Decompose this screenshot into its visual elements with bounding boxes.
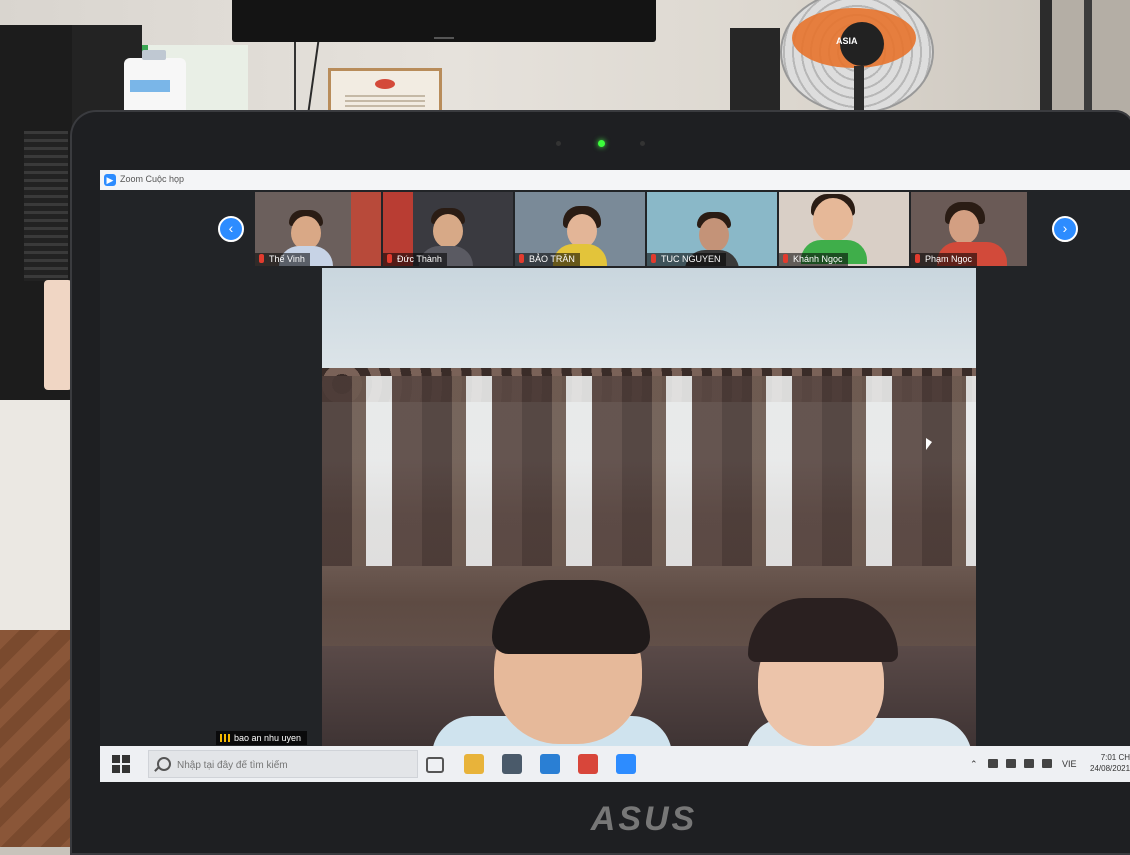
participant-name-label: Phạm Ngọc — [911, 253, 978, 266]
certificate-emblem — [375, 79, 395, 89]
fan-brand-label: ASIA — [836, 36, 858, 46]
mic-muted-icon — [783, 254, 788, 263]
mouse-cursor-icon — [926, 438, 932, 450]
participant-tile[interactable]: Phạm Ngọc — [911, 192, 1027, 266]
participant-tile[interactable]: TUC NGUYEN — [647, 192, 777, 266]
task-view-icon[interactable] — [426, 757, 444, 773]
language-indicator[interactable]: VIE — [1062, 759, 1077, 769]
participant-name-label: Khánh Ngọc — [779, 253, 848, 266]
active-speaker-video[interactable] — [322, 268, 976, 746]
carved-bed-frame — [322, 376, 976, 566]
participant-tile[interactable]: Đức Thành — [383, 192, 513, 266]
camera-sensor — [640, 141, 645, 146]
tv-logo — [434, 37, 454, 39]
camera-sensor — [556, 141, 561, 146]
participant-name-label: TUC NGUYEN — [647, 253, 726, 266]
wall-tv — [232, 0, 656, 42]
tray-volume-icon[interactable] — [1042, 759, 1052, 768]
participant-name-label: Đức Thành — [383, 253, 447, 266]
certificate-text-lines — [345, 95, 425, 109]
background-red-object — [351, 192, 381, 266]
participant-face — [813, 198, 853, 242]
taskbar-search-box[interactable] — [148, 750, 418, 778]
file-explorer-icon[interactable] — [464, 754, 484, 774]
participant-tile[interactable]: BẢO TRÂN — [515, 192, 645, 266]
bottle-cap — [142, 50, 166, 60]
laptop-brand-logo: ASUS — [590, 800, 698, 838]
mic-muted-icon — [519, 254, 524, 263]
search-icon — [157, 757, 171, 771]
store-icon[interactable] — [502, 754, 522, 774]
child-hair — [748, 598, 898, 662]
windows-start-button[interactable] — [112, 755, 130, 773]
laptop-screen: ▶ Zoom Cuộc họp ‹ Thế Vinh Đức Thành BẢO… — [100, 170, 1130, 782]
windows-taskbar: ⌃ VIE 7:01 CH 24/08/2021 — [100, 746, 1130, 782]
powerpoint-icon[interactable] — [578, 754, 598, 774]
taskbar-search-input[interactable] — [175, 755, 409, 775]
clock-time: 7:01 CH — [1100, 753, 1130, 762]
zoom-window-titlebar: ▶ Zoom Cuộc họp — [100, 170, 1130, 190]
plastic-chair — [44, 280, 72, 390]
tray-battery-icon[interactable] — [1006, 759, 1016, 768]
tray-keyboard-icon[interactable] — [1024, 759, 1034, 768]
mic-muted-icon — [259, 254, 264, 263]
participant-tile[interactable]: Khánh Ngọc — [779, 192, 909, 266]
speaker-control-panel — [24, 131, 68, 281]
bottle-label — [130, 80, 170, 92]
gallery-prev-button[interactable]: ‹ — [218, 216, 244, 242]
participant-name-label: Thế Vinh — [255, 253, 310, 266]
window-title: Zoom Cuộc họp — [120, 174, 185, 184]
mic-muted-icon — [387, 254, 392, 263]
participant-face — [567, 214, 597, 248]
tray-chevron-up-icon[interactable]: ⌃ — [970, 759, 978, 770]
connection-signal-icon — [220, 734, 230, 742]
gallery-next-button[interactable]: › — [1052, 216, 1078, 242]
webcam-led — [598, 140, 605, 147]
participant-face — [949, 210, 979, 244]
taskbar-clock[interactable]: 7:01 CH 24/08/2021 — [1090, 752, 1130, 774]
clock-date: 24/08/2021 — [1090, 764, 1130, 773]
zoom-taskbar-icon[interactable] — [616, 754, 636, 774]
participant-face — [291, 216, 321, 250]
sanitizer-bottle — [124, 50, 186, 118]
zoom-app-icon: ▶ — [104, 174, 116, 186]
participant-tile[interactable]: Thế Vinh — [255, 192, 381, 266]
child-hair — [492, 580, 650, 654]
mic-muted-icon — [915, 254, 920, 263]
participant-face — [699, 218, 729, 252]
mail-icon[interactable] — [540, 754, 560, 774]
mic-muted-icon — [651, 254, 656, 263]
participant-name-label: BẢO TRÂN — [515, 253, 580, 266]
tray-network-icon[interactable] — [988, 759, 998, 768]
participant-face — [433, 214, 463, 248]
active-speaker-name-label: bao an nhu uyen — [216, 731, 308, 745]
